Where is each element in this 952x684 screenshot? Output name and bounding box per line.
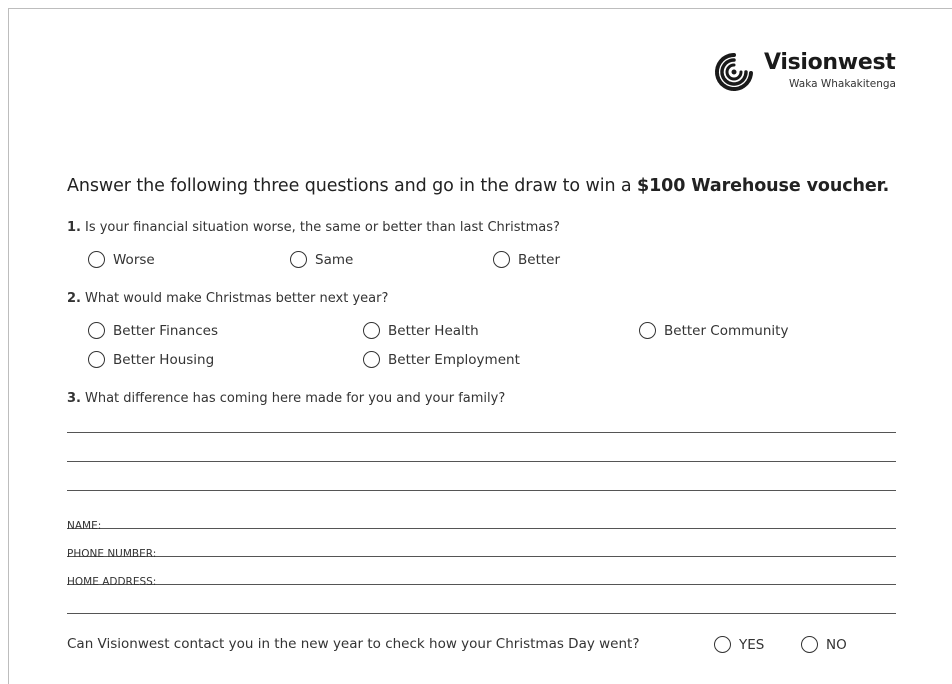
page-border-left [8,8,9,684]
headline-text: Answer the following three questions and… [67,176,637,196]
option-better-employment[interactable]: Better Employment [363,351,520,368]
option-better-health[interactable]: Better Health [363,322,479,339]
radio-icon[interactable] [290,251,307,268]
option-better-label: Better [518,251,561,268]
swirl-logo-icon [715,53,753,91]
question-1-number: 1. [67,220,81,235]
question-1-text: Is your financial situation worse, the s… [84,220,560,235]
radio-icon[interactable] [88,351,105,368]
option-better[interactable]: Better [493,251,560,268]
logo-tagline: Waka Whakakitenga [789,78,896,90]
option-better-community[interactable]: Better Community [639,322,788,339]
home-address-line-2[interactable] [67,613,896,614]
name-field-label: NAME: [67,520,102,532]
radio-icon[interactable] [639,322,656,339]
question-3-text: What difference has coming here made for… [84,391,506,406]
radio-icon[interactable] [801,636,818,653]
option-better-housing[interactable]: Better Housing [88,351,214,368]
radio-icon[interactable] [363,351,380,368]
name-field[interactable]: NAME: [67,509,896,532]
radio-icon[interactable] [363,322,380,339]
contact-question: Can Visionwest contact you in the new ye… [67,636,640,652]
logo-name: Visionwest [764,50,896,75]
visionwest-logo: Visionwest Waka Whakakitenga [712,50,902,94]
answer-line-1[interactable] [67,432,896,433]
question-2: 2. What would make Christmas better next … [67,291,388,306]
radio-icon[interactable] [88,251,105,268]
answer-line-3[interactable] [67,490,896,491]
question-1: 1. Is your financial situation worse, the… [67,220,560,235]
question-2-number: 2. [67,291,81,306]
radio-icon[interactable] [714,636,731,653]
headline-prize: $100 Warehouse voucher. [637,176,890,196]
answer-line-2[interactable] [67,461,896,462]
radio-icon[interactable] [493,251,510,268]
option-better-employment-label: Better Employment [388,351,520,368]
option-better-housing-label: Better Housing [113,351,215,368]
headline: Answer the following three questions and… [67,176,889,196]
option-worse-label: Worse [113,251,155,268]
contact-no-option[interactable]: NO [801,636,847,653]
page-border-top [8,8,952,9]
question-2-text: What would make Christmas better next ye… [84,291,389,306]
radio-icon[interactable] [88,322,105,339]
contact-yes-option[interactable]: YES [714,636,764,653]
option-same-label: Same [315,251,354,268]
option-worse[interactable]: Worse [88,251,155,268]
option-better-finances-label: Better Finances [113,322,218,339]
option-better-health-label: Better Health [388,322,479,339]
contact-yes-label: YES [739,636,765,653]
home-address-field[interactable]: HOME ADDRESS: [67,565,896,588]
phone-number-field-label: PHONE NUMBER: [67,548,157,560]
question-3-number: 3. [67,391,81,406]
phone-number-field[interactable]: PHONE NUMBER: [67,537,896,560]
option-better-finances[interactable]: Better Finances [88,322,218,339]
home-address-field-label: HOME ADDRESS: [67,576,157,588]
option-same[interactable]: Same [290,251,353,268]
contact-no-label: NO [826,636,847,653]
question-3: 3. What difference has coming here made f… [67,391,505,406]
option-better-community-label: Better Community [664,322,789,339]
